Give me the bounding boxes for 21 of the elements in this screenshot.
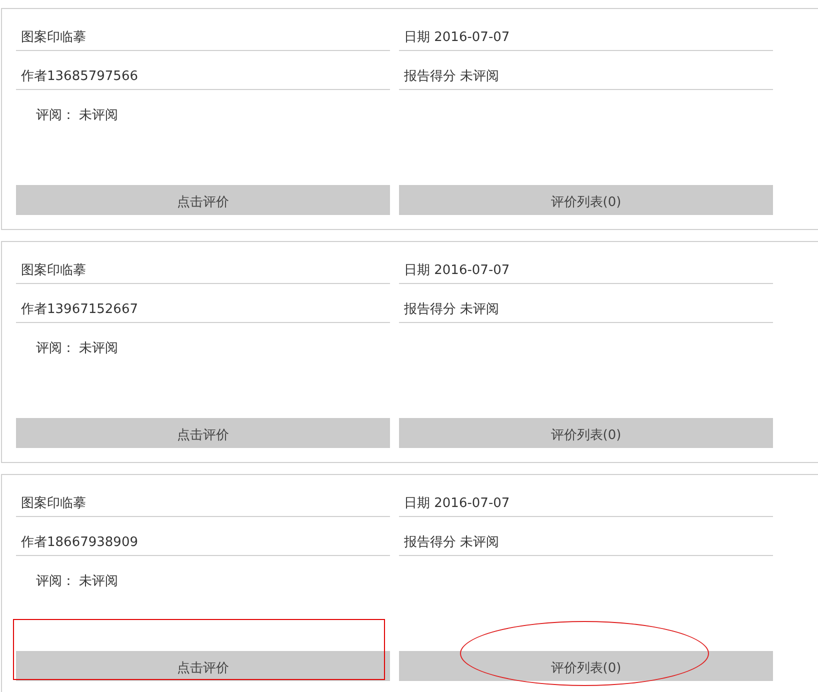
title-text: 图案印临摹 — [16, 478, 390, 517]
author-text: 作者18667938909 — [16, 517, 390, 556]
review-list-button[interactable]: 评价列表(0) — [399, 418, 773, 448]
author-text: 作者13685797566 — [16, 51, 390, 90]
score-text: 报告得分 未评阅 — [399, 51, 773, 90]
review-list-button[interactable]: 评价列表(0) — [399, 185, 773, 215]
title-text: 图案印临摹 — [16, 245, 390, 284]
review-text: 评阅： 未评阅 — [35, 573, 120, 591]
date-text: 日期 2016-07-07 — [399, 12, 773, 51]
score-text: 报告得分 未评阅 — [399, 284, 773, 323]
title-text: 图案印临摹 — [16, 12, 390, 51]
review-text: 评阅： 未评阅 — [35, 340, 120, 358]
review-button[interactable]: 点击评价 — [16, 185, 390, 215]
review-button[interactable]: 点击评价 — [16, 651, 390, 681]
review-list-button[interactable]: 评价列表(0) — [399, 651, 773, 681]
date-text: 日期 2016-07-07 — [399, 478, 773, 517]
review-text: 评阅： 未评阅 — [35, 107, 120, 125]
date-text: 日期 2016-07-07 — [399, 245, 773, 284]
review-button[interactable]: 点击评价 — [16, 418, 390, 448]
author-text: 作者13967152667 — [16, 284, 390, 323]
score-text: 报告得分 未评阅 — [399, 517, 773, 556]
